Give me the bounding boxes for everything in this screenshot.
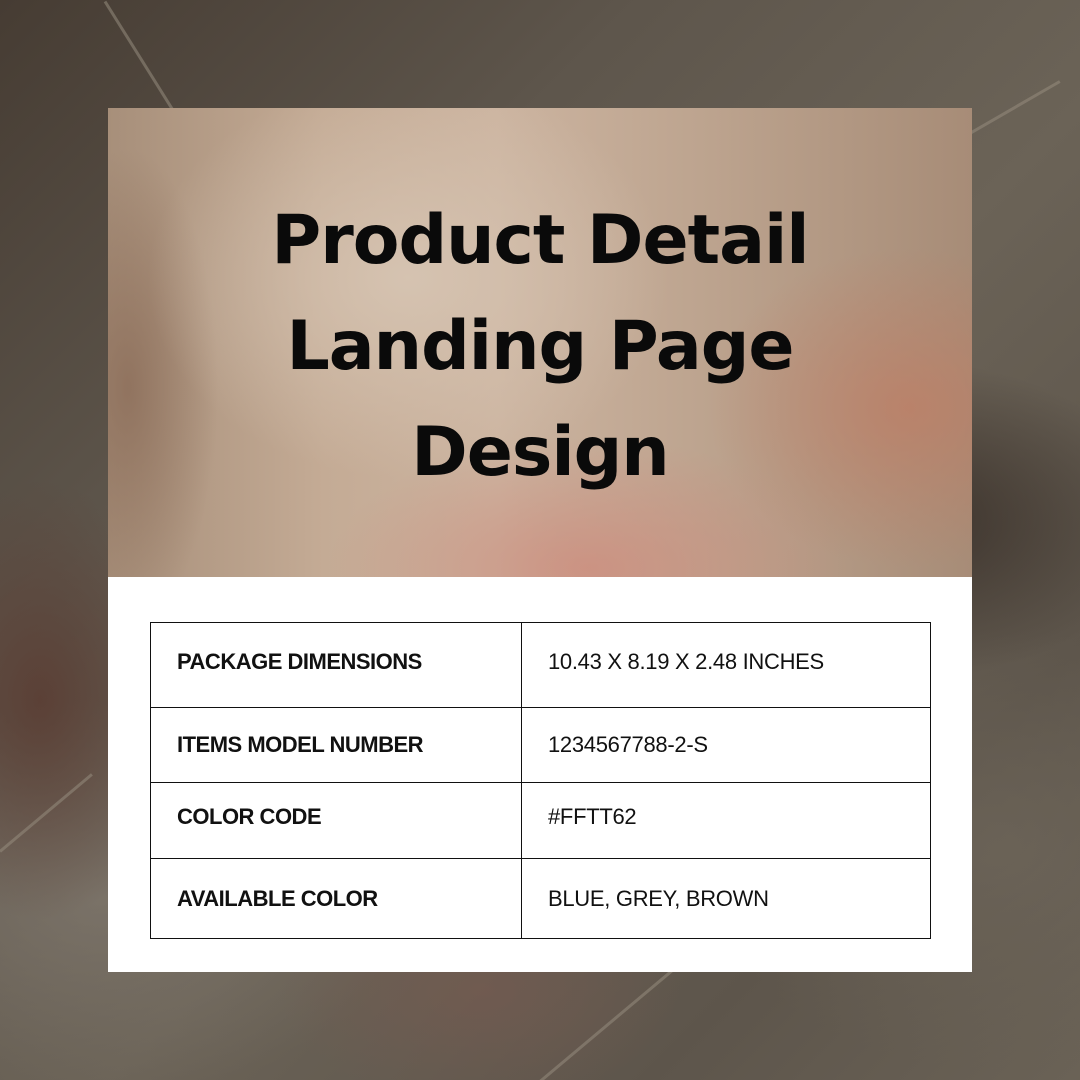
spec-value: 10.43 X 8.19 X 2.48 INCHES (521, 622, 931, 708)
product-spec-table: PACKAGE DIMENSIONS 10.43 X 8.19 X 2.48 I… (150, 622, 931, 939)
fabric-seam (539, 964, 679, 1080)
spec-label: COLOR CODE (150, 782, 522, 859)
title-line: Design (411, 412, 669, 492)
spec-value: #FFTT62 (521, 782, 931, 859)
spec-label: PACKAGE DIMENSIONS (150, 622, 522, 708)
fabric-seam (0, 773, 93, 853)
page-title: Product Detail Landing Page Design (190, 180, 890, 506)
spec-value: BLUE, GREY, BROWN (521, 858, 931, 939)
title-line: Landing Page (286, 306, 794, 386)
hero-banner: Product Detail Landing Page Design (108, 108, 972, 577)
table-row: ITEMS MODEL NUMBER 1234567788-2-S (150, 707, 931, 783)
spec-label: ITEMS MODEL NUMBER (150, 707, 522, 783)
title-line: Product Detail (271, 200, 809, 280)
table-row: AVAILABLE COLOR BLUE, GREY, BROWN (150, 858, 931, 939)
spec-value: 1234567788-2-S (521, 707, 931, 783)
table-row: COLOR CODE #FFTT62 (150, 782, 931, 859)
spec-label: AVAILABLE COLOR (150, 858, 522, 939)
table-row: PACKAGE DIMENSIONS 10.43 X 8.19 X 2.48 I… (150, 622, 931, 708)
product-detail-card: Product Detail Landing Page Design PACKA… (108, 108, 972, 972)
fabric-seam (103, 0, 181, 122)
